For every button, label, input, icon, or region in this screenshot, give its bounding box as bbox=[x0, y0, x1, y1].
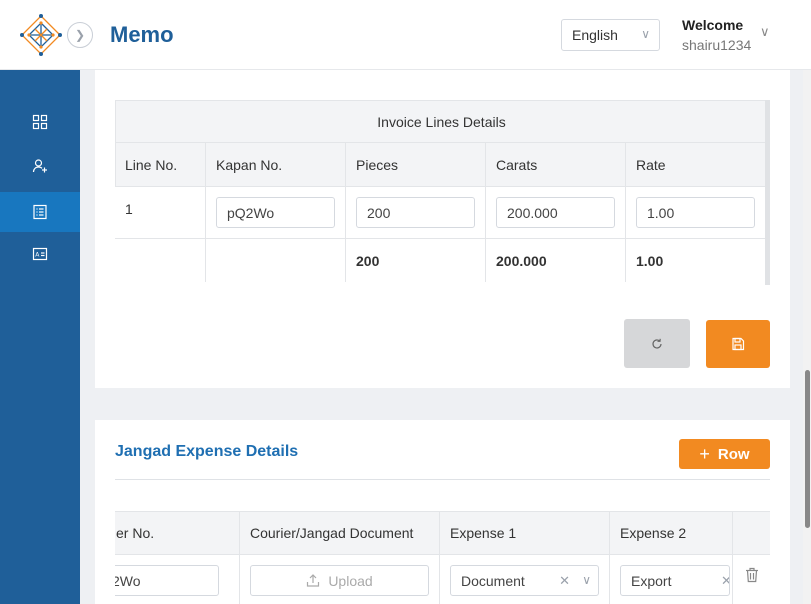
jangad-expense-card: Jangad Expense Details + Row er No. Cour… bbox=[95, 420, 790, 604]
refresh-icon bbox=[652, 338, 662, 349]
pieces-input[interactable]: 200 bbox=[356, 197, 475, 228]
save-icon bbox=[732, 337, 745, 351]
plus-icon: + bbox=[699, 443, 710, 464]
courier-no-cell: 2Wo bbox=[115, 554, 240, 604]
user-menu-chevron-icon[interactable]: ∨ bbox=[760, 24, 770, 40]
column-header-expense-1: Expense 1 bbox=[439, 511, 610, 554]
upload-button[interactable]: Upload bbox=[250, 565, 429, 596]
table-scroll-edge bbox=[765, 100, 770, 285]
kapan-no-input[interactable]: pQ2Wo bbox=[216, 197, 335, 228]
sidebar-toggle-button[interactable]: ❯ bbox=[67, 22, 93, 48]
expense-2-cell: Export ✕ bbox=[609, 554, 733, 604]
total-pieces-value: 200 bbox=[356, 252, 380, 269]
total-carats-cell: 200.000 bbox=[485, 238, 626, 282]
kapan-no-cell: pQ2Wo bbox=[205, 186, 346, 238]
save-button[interactable] bbox=[706, 320, 770, 368]
list-document-icon bbox=[33, 204, 47, 220]
pieces-cell: 200 bbox=[345, 186, 486, 238]
app-logo-icon bbox=[20, 14, 62, 56]
courier-document-cell: Upload bbox=[239, 554, 440, 604]
upload-icon bbox=[307, 574, 320, 587]
total-rate-value: 1.00 bbox=[636, 252, 664, 269]
chevron-right-icon: ❯ bbox=[74, 28, 86, 42]
svg-text:A: A bbox=[35, 252, 40, 259]
language-select[interactable]: English ∨ bbox=[561, 19, 660, 51]
total-carats-value: 200.000 bbox=[496, 252, 547, 269]
column-header-kapan-no: Kapan No. bbox=[205, 142, 346, 186]
total-line-no-cell bbox=[115, 238, 206, 282]
expense-2-select[interactable]: Export ✕ bbox=[620, 565, 730, 596]
total-rate-cell: 1.00 bbox=[625, 238, 766, 282]
sidebar: A bbox=[0, 70, 80, 604]
jangad-expense-title: Jangad Expense Details bbox=[115, 443, 299, 460]
trash-icon[interactable] bbox=[745, 567, 759, 583]
column-header-courier-document: Courier/Jangad Document bbox=[239, 511, 440, 554]
section-divider bbox=[115, 479, 770, 480]
total-pieces-cell: 200 bbox=[345, 238, 486, 282]
rate-input[interactable]: 1.00 bbox=[636, 197, 755, 228]
user-add-icon bbox=[32, 159, 47, 173]
clear-icon[interactable]: ✕ bbox=[721, 573, 729, 589]
expense-1-value: Document bbox=[461, 572, 525, 589]
add-row-label: Row bbox=[717, 445, 750, 463]
rate-cell: 1.00 bbox=[625, 186, 766, 238]
language-select-value: English bbox=[572, 27, 618, 43]
sidebar-item-dashboard[interactable] bbox=[0, 102, 80, 142]
column-header-rate: Rate bbox=[625, 142, 766, 186]
delete-column-header bbox=[732, 511, 770, 554]
total-kapan-cell bbox=[205, 238, 346, 282]
carats-input[interactable]: 200.000 bbox=[496, 197, 615, 228]
page-title: Memo bbox=[110, 22, 174, 47]
jangad-expense-table[interactable]: er No. Courier/Jangad Document Expense 1… bbox=[115, 511, 770, 604]
id-card-icon: A bbox=[32, 247, 48, 261]
line-no-cell: 1 bbox=[115, 186, 206, 238]
reset-button[interactable] bbox=[624, 319, 690, 368]
expense-1-select[interactable]: Document ✕ ∨ bbox=[450, 565, 599, 596]
top-header: ❯ Memo English ∨ Welcome shairu1234 ∨ bbox=[0, 0, 811, 70]
column-header-line-no: Line No. bbox=[115, 142, 206, 186]
sidebar-item-users[interactable] bbox=[0, 146, 80, 186]
column-header-courier-no: er No. bbox=[115, 511, 240, 554]
carats-cell: 200.000 bbox=[485, 186, 626, 238]
upload-label: Upload bbox=[328, 572, 373, 589]
expense-1-cell: Document ✕ ∨ bbox=[439, 554, 610, 604]
column-header-expense-2: Expense 2 bbox=[609, 511, 733, 554]
expense-2-value: Export bbox=[631, 572, 672, 589]
courier-no-input[interactable]: 2Wo bbox=[115, 565, 219, 596]
dashboard-grid-icon bbox=[32, 114, 48, 130]
column-header-pieces: Pieces bbox=[345, 142, 486, 186]
chevron-down-icon: ∨ bbox=[641, 27, 650, 41]
page-scrollbar-thumb[interactable] bbox=[805, 370, 810, 528]
invoice-lines-caption: Invoice Lines Details bbox=[377, 114, 506, 130]
invoice-lines-card: Invoice Lines Details Line No. Kapan No.… bbox=[95, 70, 790, 388]
welcome-label: Welcome bbox=[682, 17, 744, 33]
sidebar-item-profile[interactable]: A bbox=[0, 234, 80, 274]
column-header-carats: Carats bbox=[485, 142, 626, 186]
username-label: shairu1234 bbox=[682, 37, 752, 53]
invoice-lines-table[interactable]: Invoice Lines Details Line No. Kapan No.… bbox=[115, 100, 770, 285]
add-row-button[interactable]: + Row bbox=[679, 439, 770, 469]
clear-icon[interactable]: ✕ bbox=[559, 573, 570, 589]
chevron-down-icon[interactable]: ∨ bbox=[582, 573, 591, 587]
page-scrollbar[interactable] bbox=[803, 70, 811, 604]
sidebar-item-memo[interactable] bbox=[0, 192, 80, 232]
line-no-value: 1 bbox=[125, 201, 133, 217]
